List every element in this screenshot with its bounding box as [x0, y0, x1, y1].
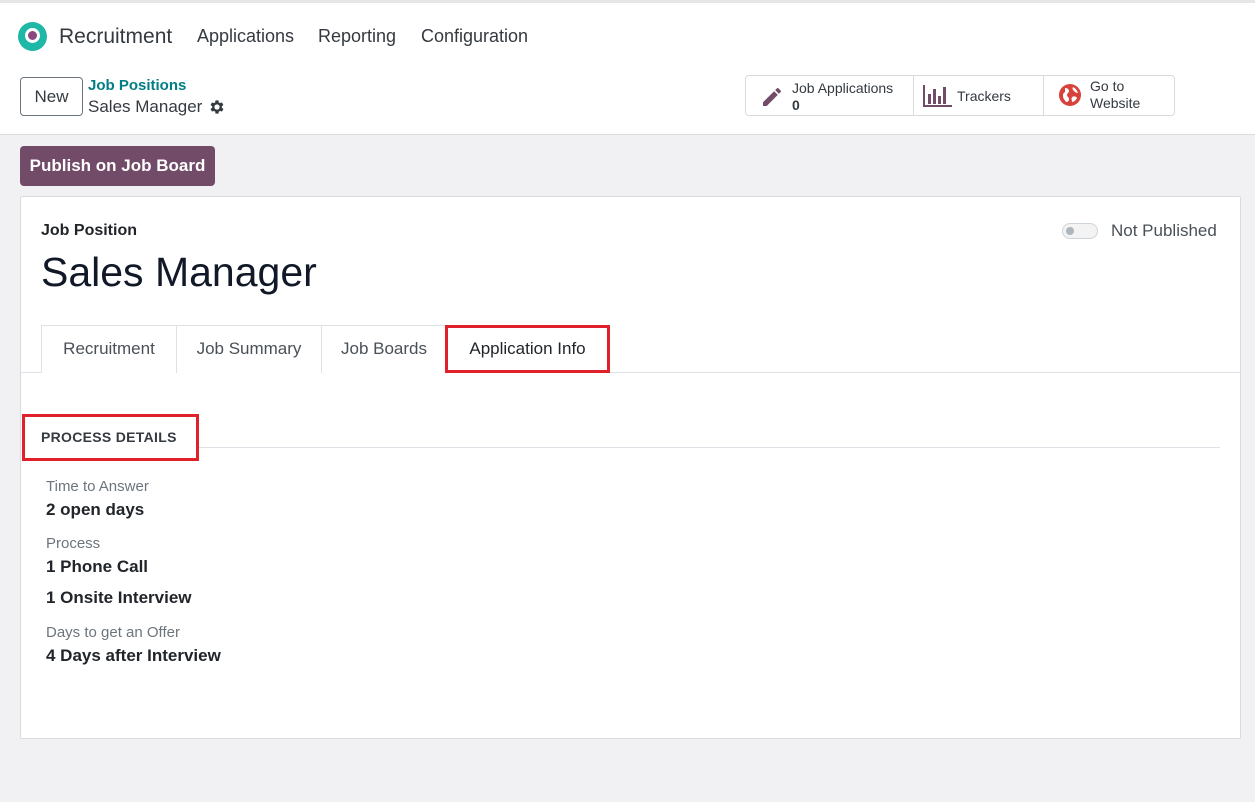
- days-to-offer-value[interactable]: 4 Days after Interview: [46, 646, 221, 666]
- process-step-phone-call[interactable]: 1 Phone Call: [46, 557, 148, 577]
- form-sheet: Job Position Sales Manager Not Published…: [20, 196, 1241, 739]
- time-to-answer-value[interactable]: 2 open days: [46, 500, 144, 520]
- process-label: Process: [46, 535, 101, 552]
- job-applications-count: 0: [792, 97, 800, 113]
- breadcrumb-current: Sales Manager: [88, 97, 203, 116]
- record-title[interactable]: Sales Manager: [41, 249, 317, 296]
- tab-recruitment[interactable]: Recruitment: [41, 325, 177, 373]
- time-to-answer-label: Time to Answer: [46, 478, 149, 495]
- breadcrumb-job-positions[interactable]: Job Positions: [88, 77, 186, 94]
- go-to-website-label: Go to Website: [1090, 78, 1141, 111]
- new-button[interactable]: New: [20, 77, 83, 116]
- tab-job-boards[interactable]: Job Boards: [321, 325, 447, 373]
- job-applications-stat-button[interactable]: Job Applications 0: [745, 75, 914, 116]
- app-name[interactable]: Recruitment: [59, 25, 172, 49]
- globe-icon: [1059, 84, 1081, 106]
- days-to-offer-label: Days to get an Offer: [46, 624, 180, 641]
- trackers-label: Trackers: [957, 88, 1011, 104]
- recruitment-app-icon[interactable]: [18, 22, 47, 51]
- menu-configuration[interactable]: Configuration: [421, 26, 528, 47]
- bar-chart-icon: [923, 85, 952, 107]
- publish-status-label[interactable]: Not Published: [1111, 221, 1217, 241]
- job-applications-label: Job Applications: [792, 80, 894, 96]
- menu-reporting[interactable]: Reporting: [318, 26, 396, 47]
- job-position-label: Job Position: [41, 222, 137, 239]
- process-step-onsite-interview[interactable]: 1 Onsite Interview: [46, 588, 192, 608]
- gear-icon[interactable]: [208, 98, 226, 116]
- publish-toggle[interactable]: [1062, 223, 1098, 239]
- top-navbar: Recruitment Applications Reporting Confi…: [0, 0, 1255, 135]
- publish-on-job-board-button[interactable]: Publish on Job Board: [20, 146, 215, 186]
- section-title: PROCESS DETAILS: [41, 429, 177, 445]
- go-to-website-button[interactable]: Go to Website: [1043, 75, 1175, 116]
- pencil-icon: [763, 88, 781, 106]
- tab-job-summary[interactable]: Job Summary: [176, 325, 322, 373]
- menu-applications[interactable]: Applications: [197, 26, 294, 47]
- tab-application-info[interactable]: Application Info: [445, 325, 610, 373]
- section-divider: [199, 447, 1220, 448]
- trackers-stat-button[interactable]: Trackers: [913, 75, 1044, 116]
